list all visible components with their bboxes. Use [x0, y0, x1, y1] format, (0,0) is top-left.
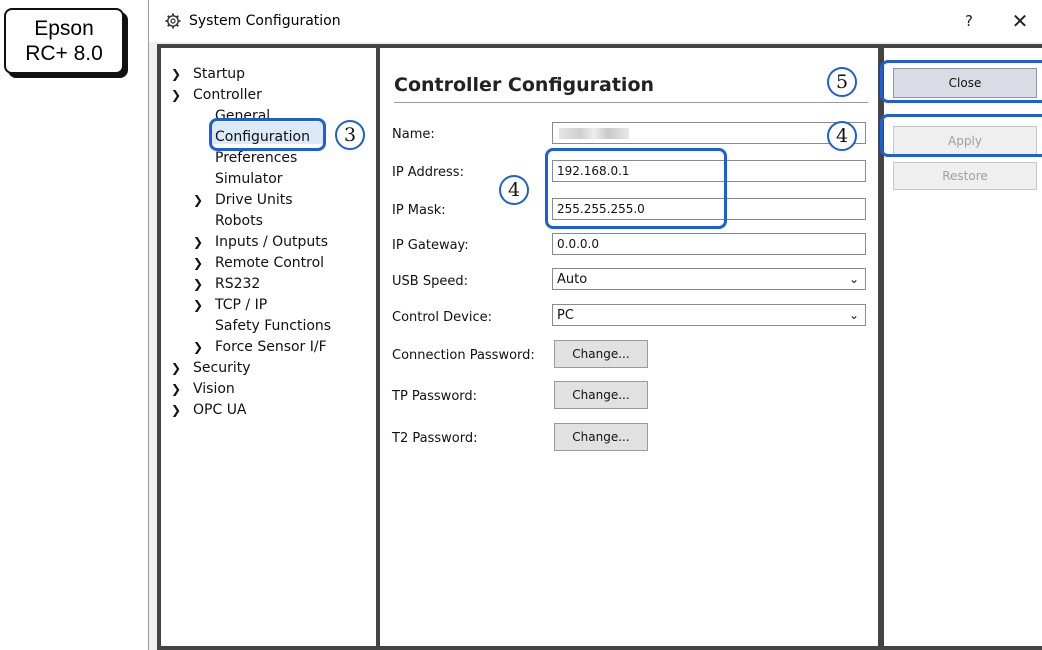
usb-speed-label: USB Speed: [392, 274, 468, 289]
name-label: Name: [392, 127, 435, 142]
ip-gateway-label: IP Gateway: [392, 238, 469, 253]
tree-item-vision[interactable]: Vision [193, 381, 235, 397]
tree-item-drive-units[interactable]: Drive Units [215, 192, 293, 208]
tree-item-safety-functions[interactable]: Safety Functions [215, 318, 331, 334]
tree-item-security[interactable]: Security [193, 360, 251, 376]
tree-item-preferences[interactable]: Preferences [215, 150, 297, 166]
tree-item-controller[interactable]: Controller [193, 87, 262, 103]
annotation-box-close [880, 60, 1042, 103]
annotation-box-apply [880, 114, 1042, 157]
tp-password-label: TP Password: [392, 389, 478, 404]
restore-button[interactable]: Restore [893, 162, 1037, 190]
page-title: Controller Configuration [394, 74, 655, 96]
chevron-right-icon[interactable]: ❯ [171, 67, 181, 81]
chevron-right-icon[interactable]: ❯ [193, 340, 203, 354]
heading-divider [394, 102, 868, 103]
annotation-step-5: 5 [827, 67, 857, 97]
chevron-right-icon[interactable]: ❯ [171, 361, 181, 375]
chevron-right-icon[interactable]: ❯ [171, 382, 181, 396]
chevron-down-icon: ⌄ [848, 308, 859, 322]
epson-badge: Epson RC+ 8.0 [4, 8, 124, 74]
tree-item-opc-ua[interactable]: OPC UA [193, 402, 247, 418]
annotation-step-4-apply: 4 [827, 121, 857, 151]
usb-speed-value: Auto [557, 272, 588, 287]
tree-item-remote-control[interactable]: Remote Control [215, 255, 324, 271]
help-button[interactable]: ? [955, 6, 983, 36]
chevron-right-icon[interactable]: ❯ [193, 193, 203, 207]
tree-item-robots[interactable]: Robots [215, 213, 263, 229]
annotation-step-3: 3 [335, 120, 365, 150]
window-close-button[interactable]: ✕ [1005, 6, 1035, 36]
tree-item-inputs-outputs[interactable]: Inputs / Outputs [215, 234, 328, 250]
gear-icon [165, 13, 181, 29]
tp-password-change-button[interactable]: Change... [554, 381, 648, 409]
tree-item-rs232[interactable]: RS232 [215, 276, 260, 292]
chevron-right-icon[interactable]: ❯ [193, 235, 203, 249]
title-bar: System Configuration ? ✕ [149, 0, 1042, 42]
chevron-down-icon: ⌄ [848, 272, 859, 286]
badge-line-1: Epson [34, 17, 94, 40]
controller-configuration-panel: Controller Configuration Name: IP Addres… [376, 44, 882, 650]
connection-password-change-button[interactable]: Change... [554, 340, 648, 368]
annotation-box-ip [545, 148, 727, 229]
control-device-value: PC [557, 308, 574, 323]
ip-mask-label: IP Mask: [392, 203, 446, 218]
chevron-right-icon[interactable]: ❯ [171, 403, 181, 417]
chevron-right-icon[interactable]: ❯ [193, 277, 203, 291]
t2-password-label: T2 Password: [392, 431, 478, 446]
window-title: System Configuration [189, 13, 341, 29]
control-device-label: Control Device: [392, 310, 492, 325]
tree-item-startup[interactable]: Startup [193, 66, 245, 82]
tree-item-force-sensor[interactable]: Force Sensor I/F [215, 339, 327, 355]
chevron-down-icon[interactable]: ❯ [171, 88, 181, 102]
ip-address-label: IP Address: [392, 165, 464, 180]
control-device-select[interactable]: PC ⌄ [552, 304, 866, 326]
ip-gateway-field[interactable]: 0.0.0.0 [552, 233, 866, 255]
name-field[interactable] [552, 122, 866, 144]
usb-speed-select[interactable]: Auto ⌄ [552, 268, 866, 290]
annotation-box-configuration [209, 118, 326, 151]
badge-line-2: RC+ 8.0 [25, 42, 103, 65]
redacted-name [559, 128, 629, 139]
annotation-step-4-ip: 4 [499, 175, 529, 205]
chevron-right-icon[interactable]: ❯ [193, 298, 203, 312]
connection-password-label: Connection Password: [392, 348, 535, 363]
chevron-right-icon[interactable]: ❯ [193, 256, 203, 270]
tree-item-simulator[interactable]: Simulator [215, 171, 283, 187]
t2-password-change-button[interactable]: Change... [554, 423, 648, 451]
tree-item-tcp-ip[interactable]: TCP / IP [215, 297, 267, 313]
